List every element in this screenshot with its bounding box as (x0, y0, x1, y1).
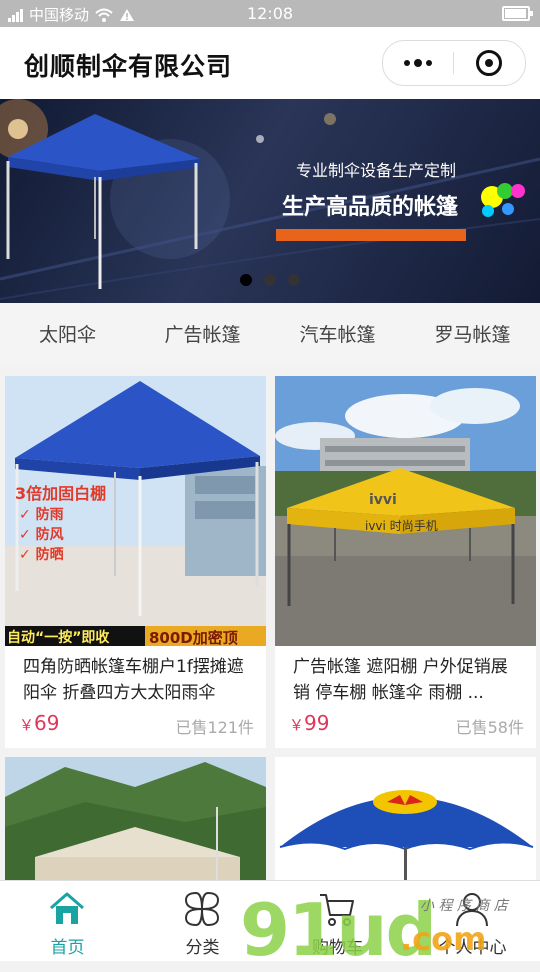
product-card[interactable] (275, 757, 536, 880)
product-card[interactable]: 3倍加固白棚 ✓ 防雨 ✓ 防风 ✓ 防晒 自动“一按”即收 800D加密顶 四… (5, 376, 266, 748)
carousel-dot[interactable] (264, 274, 276, 286)
close-button[interactable] (454, 41, 524, 85)
close-ring-icon (476, 50, 502, 76)
status-bar: 中国移动 12:08 (0, 0, 540, 27)
category-nav: 太阳伞 广告帐篷 汽车帐篷 罗马帐篷 (0, 303, 540, 367)
category-item-car-tent[interactable]: 汽车帐篷 (270, 303, 405, 367)
watermark-domain: .com (400, 920, 487, 958)
product-image-feature: ✓ 防风 (19, 527, 64, 543)
carousel-indicators (0, 274, 540, 286)
banner-subtitle: 专业制伞设备生产定制 (296, 161, 457, 180)
product-image-brand: ivvi (369, 492, 397, 508)
product-image (275, 376, 536, 646)
page-title: 创顺制伞有限公司 (24, 52, 233, 81)
product-image-feature: ✓ 防雨 (19, 507, 64, 523)
home-icon (50, 892, 84, 924)
product-price: ￥99 (289, 711, 330, 735)
product-image-slogan: 800D加密顶 (149, 629, 238, 647)
category-item-sun-umbrella[interactable]: 太阳伞 (0, 303, 135, 367)
product-image (275, 757, 536, 880)
watermark-tag: 小 程 序 商 店 (420, 898, 508, 914)
product-sold-count: 已售121件 (175, 718, 254, 737)
category-item-ad-tent[interactable]: 广告帐篷 (135, 303, 270, 367)
tab-home[interactable]: 首页 (0, 881, 135, 961)
more-icon[interactable] (383, 41, 453, 85)
category-icon (184, 891, 220, 927)
banner-strip (276, 229, 466, 241)
product-card[interactable] (5, 757, 266, 880)
banner-title: 生产高品质的帐篷 (282, 195, 459, 220)
nav-bar: 创顺制伞有限公司 (0, 27, 540, 99)
product-card[interactable]: ivvi ivvi 时尚手机 广告帐篷 遮阳棚 户外促销展销 停车棚 帐篷伞 雨… (275, 376, 536, 748)
carousel-dot[interactable] (240, 274, 252, 286)
product-image-feature: ✓ 防晒 (19, 547, 64, 563)
product-sold-count: 已售58件 (455, 718, 524, 737)
product-image (5, 757, 266, 880)
battery-icon (502, 6, 533, 21)
product-image-caption: 3倍加固白棚 (15, 484, 107, 503)
carousel-dot[interactable] (288, 274, 300, 286)
product-image-caption: ivvi 时尚手机 (365, 519, 438, 533)
banner-image (0, 99, 540, 300)
banner-carousel[interactable]: 专业制伞设备生产定制 生产高品质的帐篷 (0, 99, 540, 303)
category-item-roman-tent[interactable]: 罗马帐篷 (405, 303, 540, 367)
tab-label: 首页 (50, 938, 85, 958)
clock: 12:08 (246, 4, 294, 23)
product-image-slogan: 自动“一按”即收 (7, 630, 110, 646)
product-price: ￥69 (19, 711, 60, 735)
product-name: 四角防晒帐篷车棚户1f摆摊遮阳伞 折叠四方大太阳雨伞 (23, 657, 244, 703)
mini-program-capsule (382, 40, 526, 86)
product-name: 广告帐篷 遮阳棚 户外促销展销 停车棚 帐篷伞 雨棚 ... (293, 657, 508, 703)
